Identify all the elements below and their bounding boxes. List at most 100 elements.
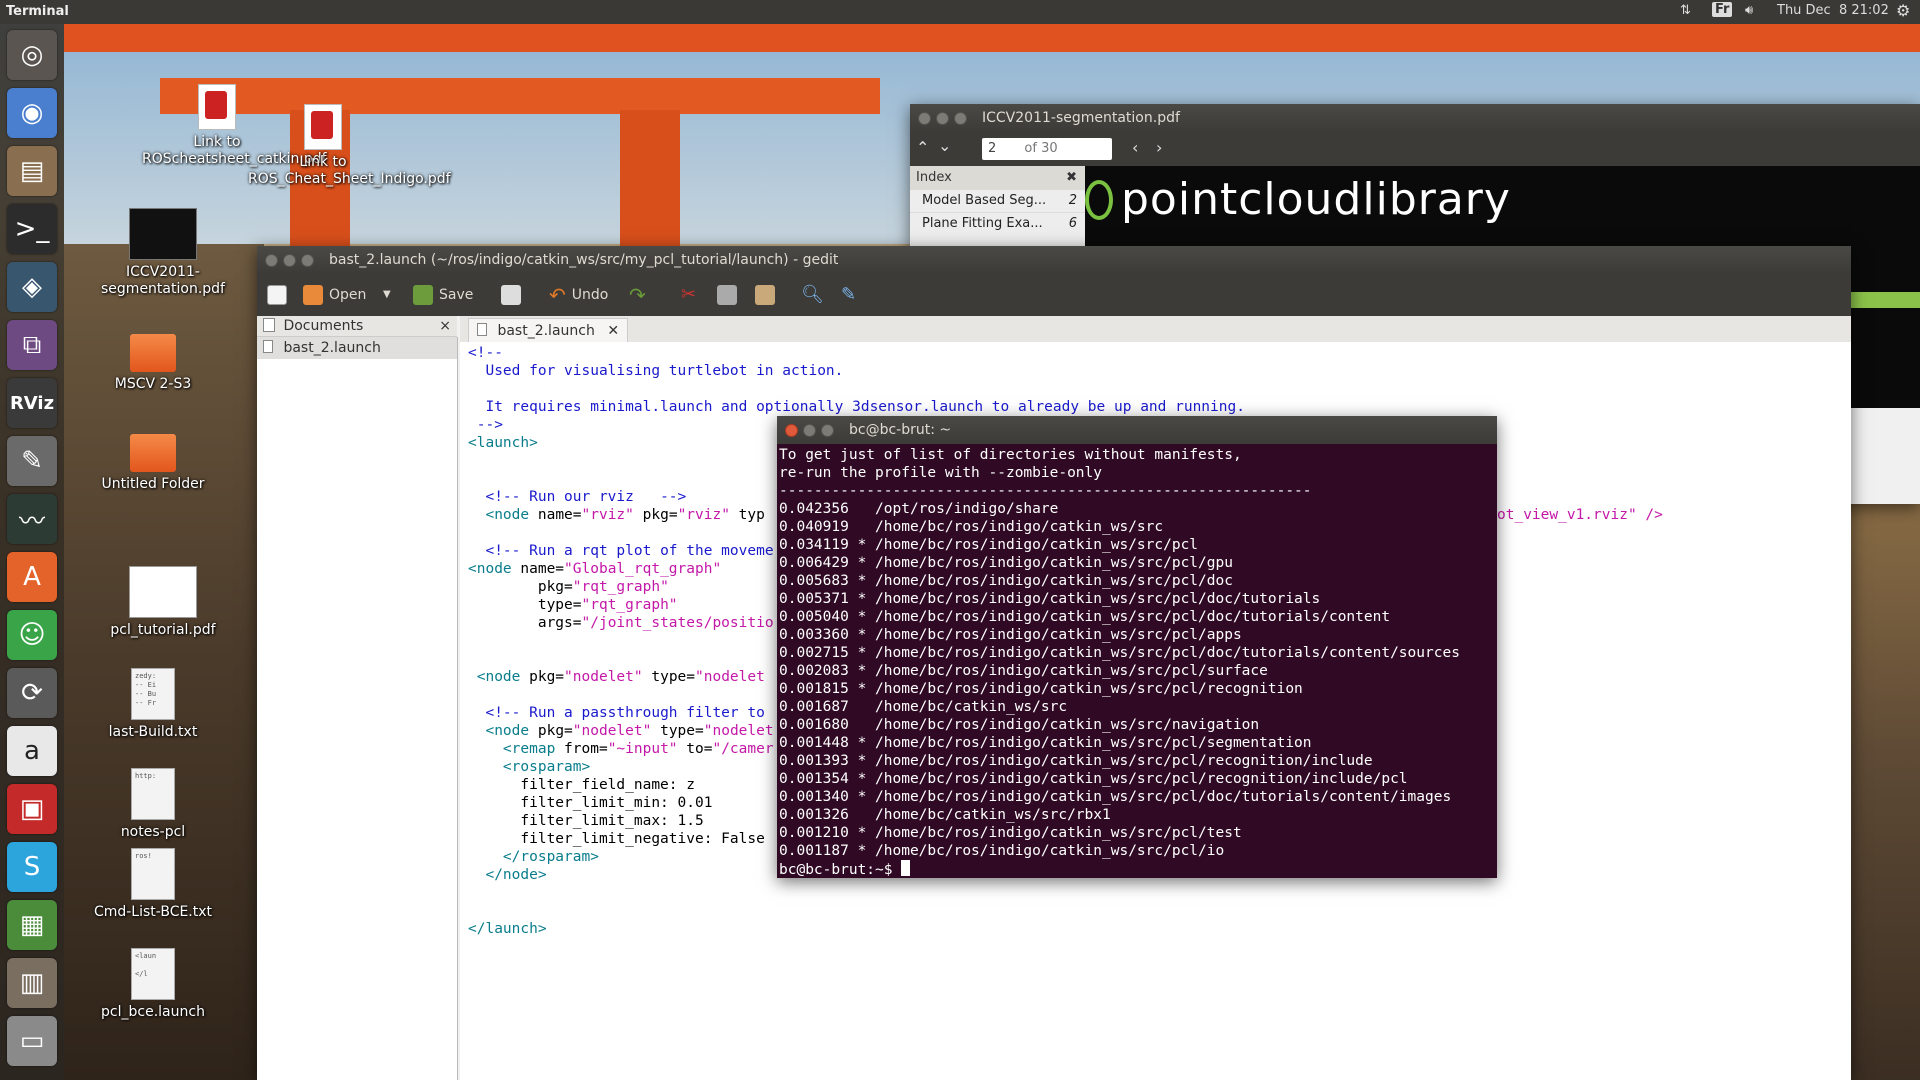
minimize-button[interactable]	[803, 424, 816, 437]
open-button-label: Open	[329, 287, 367, 303]
launcher-archive-button[interactable]: ▥	[7, 958, 57, 1008]
documents-icon	[263, 318, 275, 332]
redo-arrow-icon: ↷	[629, 283, 646, 307]
undo-button[interactable]: ↶ Undo	[549, 283, 608, 307]
desktop-icon-ros-cheat-sheet-indigo[interactable]: Link to ROS_Cheat_Sheet_Indigo.pdf	[248, 104, 451, 188]
launcher-virtualbox-button[interactable]: ◈	[7, 262, 57, 312]
launcher-pdf-viewer-button[interactable]: ▣	[7, 784, 57, 834]
paste-button[interactable]	[755, 283, 775, 307]
desktop-icon-label: Untitled Folder	[101, 476, 205, 492]
launcher-ubuntu-dash-button[interactable]: ◎	[7, 30, 57, 80]
session-gear-icon[interactable]: ⚙	[1896, 1, 1910, 20]
pcl-logo-icon	[1085, 180, 1113, 220]
pdf-thumbnail-icon	[129, 208, 197, 260]
close-button[interactable]	[785, 424, 798, 437]
gedit-toolbar: Open ▼ Save ↶ Undo ↷ ✂ 🔍︎ ✎	[257, 274, 1851, 316]
copy-icon	[717, 285, 737, 305]
print-button[interactable]	[501, 283, 521, 307]
desktop-icon-notes-pcl[interactable]: http: notes-pcl	[78, 768, 228, 841]
tab-label: bast_2.launch	[497, 323, 595, 339]
maximize-button[interactable]	[821, 424, 834, 437]
desktop-icon-iccv2011-pdf[interactable]: ICCV2011-segmentation.pdf	[88, 208, 238, 298]
keyboard-layout-indicator[interactable]: Fr	[1712, 2, 1733, 17]
folder-icon	[130, 334, 176, 372]
top-panel: Terminal ⇅ Fr 🔊︎ Thu Dec 8 21:02 ⚙	[0, 0, 1920, 24]
launcher-remote-desktop-button[interactable]: ⧉	[7, 320, 57, 370]
pdf-viewer-titlebar[interactable]: ICCV2011-segmentation.pdf	[910, 104, 1920, 132]
side-panel-header: Documents ×	[257, 316, 457, 337]
close-button[interactable]	[265, 254, 278, 267]
desktop-icon-cmd-list-txt[interactable]: ros! Cmd-List-BCE.txt	[78, 848, 228, 921]
index-item-title: Plane Fitting Exa...	[922, 216, 1043, 231]
launcher-spreadsheet-button[interactable]: ▦	[7, 900, 57, 950]
desktop-icon-untitled-folder[interactable]: Untitled Folder	[78, 434, 228, 493]
index-item[interactable]: Plane Fitting Exa... 6	[910, 213, 1085, 235]
new-document-button[interactable]	[267, 283, 287, 307]
tab-bast-2-launch[interactable]: bast_2.launch ✕	[468, 318, 629, 343]
close-tab-icon[interactable]: ✕	[607, 323, 619, 339]
open-button[interactable]: Open	[303, 283, 366, 307]
desktop-icon-label: pcl_bce.launch	[101, 1004, 205, 1020]
terminal-titlebar[interactable]: bc@bc-brut: ~	[777, 416, 1497, 444]
previous-page-icon[interactable]: ⌃	[916, 138, 929, 157]
minimize-button[interactable]	[283, 254, 296, 267]
save-button[interactable]: Save	[413, 283, 473, 307]
desktop-icon-last-build-txt[interactable]: zedy: -- Ei -- Bu -- Fr last-Build.txt	[78, 668, 228, 741]
gedit-titlebar[interactable]: bast_2.launch (~/ros/indigo/catkin_ws/sr…	[257, 246, 1851, 274]
history-back-icon[interactable]: ‹	[1132, 138, 1138, 157]
minimize-button[interactable]	[936, 112, 949, 125]
next-page-icon[interactable]: ⌄	[938, 136, 951, 155]
launcher-rviz-button[interactable]: RViz	[7, 378, 57, 428]
desktop-icon-label: Cmd-List-BCE.txt	[93, 904, 213, 920]
launcher-terminal-button[interactable]: >_	[7, 204, 57, 254]
search-button[interactable]: 🔍︎	[801, 283, 824, 307]
open-recent-dropdown[interactable]: ▼	[383, 283, 391, 307]
document-tabs: bast_2.launch ✕	[460, 316, 1851, 343]
launcher-updater-button[interactable]: ⟳	[7, 668, 57, 718]
clock[interactable]: Thu Dec 8 21:02	[1777, 3, 1889, 18]
launcher-chrome-button[interactable]: ◉	[7, 88, 57, 138]
launcher-system-monitor-button[interactable]: 〰	[7, 494, 57, 544]
text-file-icon: <laun </l	[131, 948, 175, 1000]
launcher-software-center-button[interactable]: A	[7, 552, 57, 602]
document-list-item[interactable]: bast_2.launch	[257, 337, 457, 359]
undo-button-label: Undo	[571, 287, 609, 303]
terminal-output[interactable]: To get just of list of directories witho…	[779, 446, 1460, 879]
ubuntu-dash-icon: ◎	[20, 40, 44, 70]
volume-icon[interactable]: 🔊︎	[1745, 3, 1753, 18]
close-icon[interactable]: ✖	[1066, 166, 1077, 190]
close-button[interactable]	[918, 112, 931, 125]
network-arrows-icon[interactable]: ⇅	[1680, 3, 1691, 18]
text-editor-icon: ✎	[21, 446, 43, 476]
index-header[interactable]: Index ✖	[910, 166, 1085, 190]
window-title: bc@bc-brut: ~	[849, 422, 952, 438]
launcher-trash-button[interactable]: ▭	[7, 1016, 57, 1066]
desktop-icon-pcl-tutorial-pdf[interactable]: pcl_tutorial.pdf	[88, 566, 238, 639]
page-number-field[interactable]: 2 of 30	[982, 138, 1112, 160]
replace-button[interactable]: ✎	[841, 283, 856, 307]
maximize-button[interactable]	[301, 254, 314, 267]
spreadsheet-icon: ▦	[19, 910, 45, 940]
launcher-file-manager-button[interactable]: ▤	[7, 146, 57, 196]
document-icon	[263, 340, 273, 353]
maximize-button[interactable]	[954, 112, 967, 125]
copy-button[interactable]	[717, 283, 737, 307]
index-header-label: Index	[916, 170, 952, 185]
search-icon: 🔍︎	[801, 284, 824, 305]
page-total: of 30	[1024, 141, 1058, 156]
cut-button[interactable]: ✂	[681, 283, 696, 307]
launcher-messaging-button[interactable]: ☺	[7, 610, 57, 660]
launcher-amazon-button[interactable]: a	[7, 726, 57, 776]
clipboard-icon	[755, 285, 775, 305]
desktop-icon-mscv-folder[interactable]: MSCV 2-S3	[78, 334, 228, 393]
software-center-icon: A	[23, 562, 41, 592]
history-forward-icon[interactable]: ›	[1156, 138, 1162, 157]
desktop-icon-pcl-bce-launch[interactable]: <laun </l pcl_bce.launch	[78, 948, 228, 1021]
redo-button[interactable]: ↷	[629, 283, 646, 307]
launcher-skype-button[interactable]: S	[7, 842, 57, 892]
close-icon[interactable]: ×	[439, 316, 451, 336]
document-icon	[477, 323, 487, 336]
index-item[interactable]: Model Based Seg... 2	[910, 190, 1085, 213]
launcher-text-editor-button[interactable]: ✎	[7, 436, 57, 486]
desktop-icon-label: ICCV2011-segmentation.pdf	[101, 264, 225, 297]
